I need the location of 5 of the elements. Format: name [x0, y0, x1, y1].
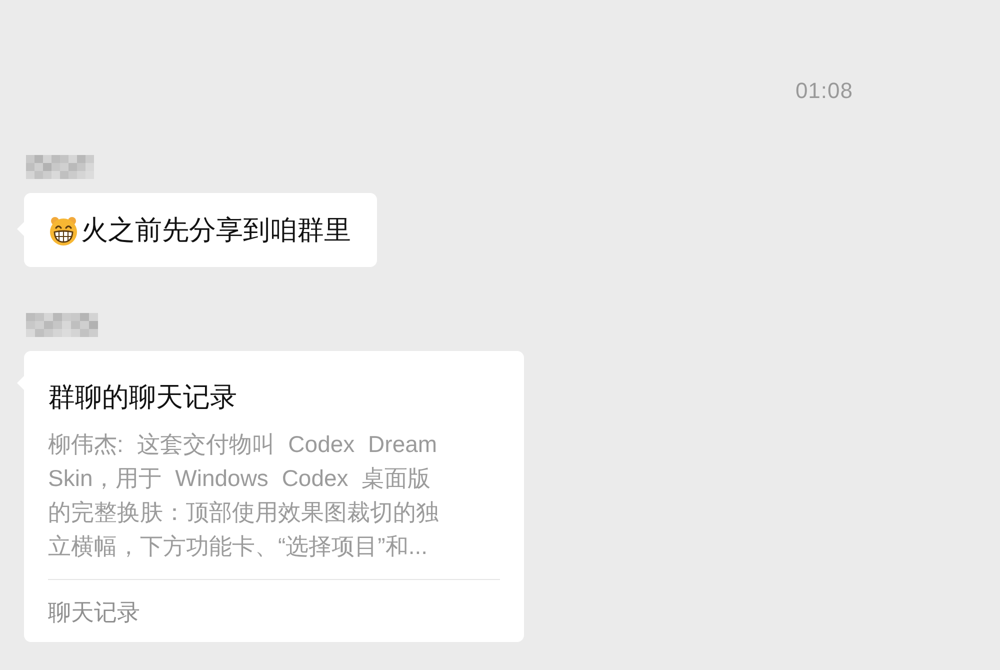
message-text: 火之前先分享到咱群里 [81, 214, 351, 247]
card-footer: 聊天记录 [48, 597, 500, 627]
card-preview: 柳伟杰: 这套交付物叫 Codex Dream Skin，用于 Windows Codex 桌面版的完整换肤：顶部使用效果图裁切的独立横幅，下方功能卡、“选择项目”和... [48, 430, 440, 561]
card-title: 群聊的聊天记录 [48, 381, 238, 414]
timestamp: 01:08 [795, 78, 853, 104]
